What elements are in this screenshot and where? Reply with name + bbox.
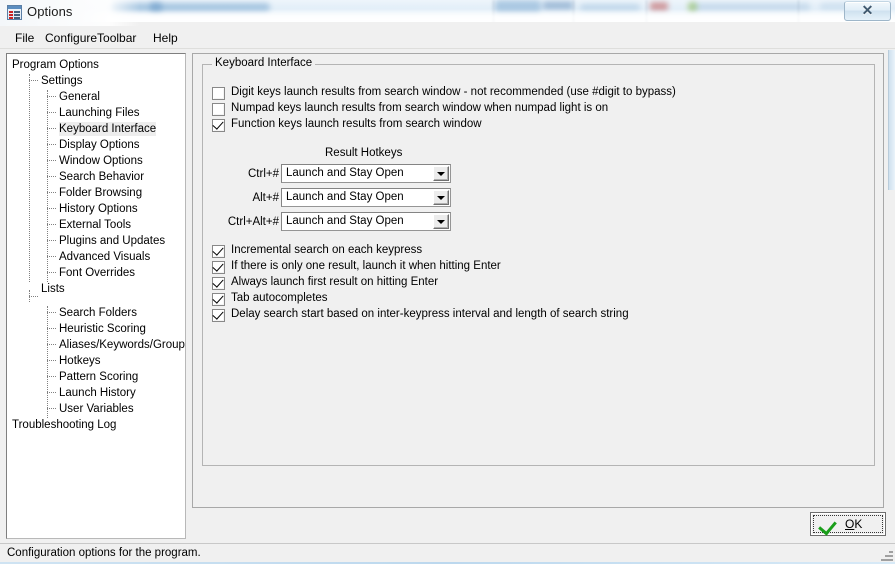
- menu-item-file[interactable]: File: [10, 30, 39, 46]
- tree-item-search-behavior[interactable]: Search Behavior: [59, 170, 144, 184]
- resize-grip[interactable]: [879, 547, 893, 561]
- groupbox-title: Keyboard Interface: [212, 57, 316, 69]
- options-window: Options ✕ File ConfigureToolbar Help Pro…: [0, 0, 895, 564]
- checkbox-box: [212, 292, 225, 306]
- tree-item-advanced-visuals[interactable]: Advanced Visuals: [59, 250, 150, 264]
- tree-item-heuristic-scoring[interactable]: Heuristic Scoring: [59, 322, 146, 336]
- checkbox-box: [212, 308, 225, 322]
- tree-item-keyboard-interface[interactable]: Keyboard Interface: [59, 122, 157, 136]
- checkbox-label: Function keys launch results from search…: [231, 118, 482, 130]
- tree-item-lists[interactable]: Lists: [41, 282, 65, 296]
- menu-bar: File ConfigureToolbar Help: [0, 27, 895, 49]
- tree-item-search-folders[interactable]: Search Folders: [59, 306, 137, 320]
- tree-item-history-options[interactable]: History Options: [59, 202, 138, 216]
- close-icon: ✕: [861, 4, 874, 19]
- tree-item-aliases-keywords-groups[interactable]: Aliases/Keywords/Groups: [59, 338, 185, 352]
- hotkey-select-value: Launch and Stay Open: [286, 215, 404, 227]
- menu-item-help[interactable]: Help: [148, 30, 183, 46]
- tree-item-folder-browsing[interactable]: Folder Browsing: [59, 186, 142, 200]
- checkbox-box: [212, 260, 225, 274]
- hotkey-select-value: Launch and Stay Open: [286, 191, 404, 203]
- tree-item-display-options[interactable]: Display Options: [59, 138, 140, 152]
- options-form-icon: [7, 5, 22, 20]
- result-hotkeys-title: Result Hotkeys: [325, 147, 403, 159]
- hotkey-label-ctrl: Ctrl+#: [248, 168, 279, 180]
- checkbox-label: Incremental search on each keypress: [231, 244, 423, 256]
- check-icon: [212, 260, 224, 272]
- title-bar: Options ✕: [0, 0, 895, 26]
- tree-item-launching-files[interactable]: Launching Files: [59, 106, 140, 120]
- checkbox-box: [212, 118, 225, 132]
- checkbox-box: [212, 87, 225, 100]
- hotkey-label-alt: Alt+#: [252, 192, 279, 204]
- checkbox-label: Numpad keys launch results from search w…: [231, 102, 609, 114]
- check-icon: [212, 308, 224, 320]
- window-scrollbar[interactable]: [888, 50, 895, 190]
- checkbox-box: [212, 244, 225, 258]
- checkbox-label: Tab autocompletes: [231, 292, 328, 304]
- tree-item-external-tools[interactable]: External Tools: [59, 218, 131, 232]
- chevron-down-icon[interactable]: [433, 190, 449, 205]
- hotkey-select-value: Launch and Stay Open: [286, 167, 404, 179]
- hotkey-select-alt[interactable]: Launch and Stay Open: [281, 188, 451, 207]
- checkbox-box: [212, 103, 225, 116]
- tree-item-general[interactable]: General: [59, 90, 100, 104]
- checkbox-box: [212, 276, 225, 290]
- check-icon: [212, 292, 224, 304]
- tree-item-window-options[interactable]: Window Options: [59, 154, 143, 168]
- tree-item-pattern-scoring[interactable]: Pattern Scoring: [59, 370, 138, 384]
- checkbox-label: Digit keys launch results from search wi…: [231, 86, 676, 98]
- check-icon: [212, 276, 224, 288]
- checkbox-label: Always launch first result on hitting En…: [231, 276, 439, 288]
- tree-item-hotkeys[interactable]: Hotkeys: [59, 354, 101, 368]
- close-button[interactable]: ✕: [844, 1, 891, 21]
- settings-detail-panel: Keyboard Interface Digit keys launch res…: [192, 53, 884, 508]
- hotkey-label-ctrl-alt: Ctrl+Alt+#: [227, 216, 279, 228]
- tree-item-launch-history[interactable]: Launch History: [59, 386, 136, 400]
- menu-item-configuretoolbar[interactable]: ConfigureToolbar: [40, 30, 141, 46]
- status-text: Configuration options for the program.: [7, 547, 201, 559]
- ok-button-label: OK: [845, 517, 863, 531]
- checkbox-label: Delay search start based on inter-keypre…: [231, 308, 629, 320]
- settings-tree[interactable]: Program Options Settings General Launchi…: [6, 53, 186, 539]
- tree-item-font-overrides[interactable]: Font Overrides: [59, 266, 135, 280]
- tree-item-plugins-and-updates[interactable]: Plugins and Updates: [59, 234, 165, 248]
- tree-item-program-options[interactable]: Program Options: [12, 58, 99, 72]
- status-bar: Configuration options for the program.: [0, 543, 895, 562]
- tree-item-settings[interactable]: Settings: [41, 74, 83, 88]
- chevron-down-icon[interactable]: [433, 166, 449, 181]
- window-title: Options: [27, 4, 73, 19]
- chevron-down-icon[interactable]: [433, 214, 449, 229]
- hotkey-select-ctrl-alt[interactable]: Launch and Stay Open: [281, 212, 451, 231]
- keyboard-interface-groupbox: Keyboard Interface Digit keys launch res…: [202, 57, 875, 466]
- tree-item-user-variables[interactable]: User Variables: [59, 402, 134, 416]
- hotkey-select-ctrl[interactable]: Launch and Stay Open: [281, 164, 451, 183]
- check-icon: [212, 118, 224, 130]
- checkbox-label: If there is only one result, launch it w…: [231, 260, 501, 272]
- ok-button[interactable]: OK: [810, 512, 886, 536]
- check-icon: [212, 244, 224, 256]
- tree-item-troubleshooting-log[interactable]: Troubleshooting Log: [12, 418, 116, 432]
